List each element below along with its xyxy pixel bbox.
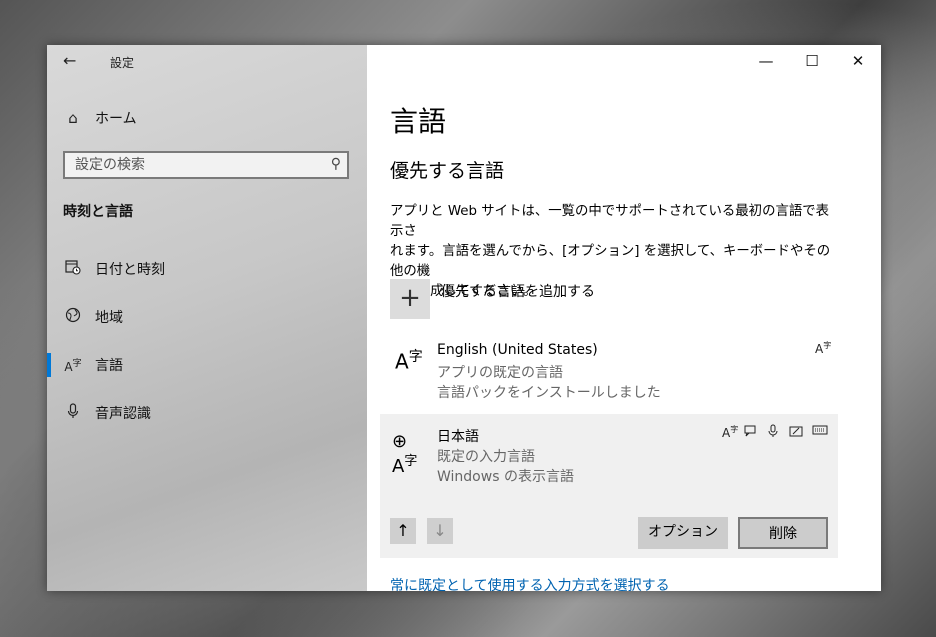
minimize-button[interactable]: — [743, 45, 789, 77]
remove-button[interactable]: 削除 [738, 517, 828, 549]
display-language-icon: A字 [722, 425, 739, 440]
main-panel: — ☐ ✕ 言語 優先する言語 アプリと Web サイトは、一覧の中でサポートさ… [367, 45, 881, 591]
search-box[interactable]: ⚲ [63, 151, 349, 179]
globe-region-icon [63, 307, 83, 327]
input-method-link[interactable]: 常に既定として使用する入力方式を選択する [390, 575, 670, 591]
language-status: アプリの既定の言語 [437, 365, 563, 381]
plus-icon[interactable]: + [390, 279, 430, 319]
home-icon: ⌂ [68, 109, 78, 127]
display-language-icon: A字 [815, 341, 832, 356]
sidebar-item-date-time[interactable]: 日付と時刻 [63, 257, 165, 281]
window-title: 設定 [110, 56, 135, 70]
sidebar-item-language[interactable]: A字 言語 [47, 353, 123, 377]
sidebar: ← 設定 ⌂ ホーム ⚲ 時刻と言語 日付と時刻 地域 A字 言語 [47, 45, 367, 591]
language-icon: A字 [395, 349, 423, 374]
sidebar-item-region[interactable]: 地域 [63, 305, 123, 329]
speech-icon [744, 424, 758, 441]
settings-window: ← 設定 ⌂ ホーム ⚲ 時刻と言語 日付と時刻 地域 A字 言語 [47, 45, 881, 591]
calendar-clock-icon [63, 259, 83, 279]
language-name: English (United States) [437, 342, 598, 358]
microphone-icon [767, 424, 779, 441]
language-status: 言語パックをインストールしました [437, 385, 661, 401]
arrow-down-icon: ↓ [433, 521, 447, 540]
language-icon: A字 [64, 359, 82, 374]
sidebar-item-label: ホーム [95, 111, 137, 127]
close-button[interactable]: ✕ [835, 45, 881, 77]
sidebar-item-label: 言語 [95, 358, 123, 374]
sidebar-item-speech[interactable]: 音声認識 [63, 401, 151, 425]
keyboard-icon [812, 424, 828, 439]
microphone-icon [63, 403, 83, 423]
language-name: 日本語 [437, 429, 479, 445]
selection-indicator [47, 353, 51, 377]
arrow-left-icon[interactable]: ← [63, 51, 76, 70]
sidebar-item-label: 地域 [95, 310, 123, 326]
language-item-japanese[interactable]: ⊕ A字 日本語 既定の入力言語 Windows の表示言語 A字 ↑ ↓ オプシ… [380, 414, 838, 558]
page-title: 言語 [390, 105, 447, 138]
description-line: れます。言語を選んでから、[オプション] を選択して、キーボードやその他の機 [390, 244, 831, 279]
sidebar-item-label: 音声認識 [95, 406, 151, 422]
language-status: 既定の入力言語 [437, 449, 535, 465]
description-line: アプリと Web サイトは、一覧の中でサポートされている最初の言語で表示さ [390, 204, 830, 239]
move-down-button[interactable]: ↓ [427, 518, 453, 544]
language-globe-icon: ⊕ A字 [392, 431, 418, 477]
maximize-button[interactable]: ☐ [789, 45, 835, 77]
sidebar-item-label: 日付と時刻 [95, 262, 165, 278]
handwriting-icon [789, 424, 803, 441]
search-icon[interactable]: ⚲ [331, 156, 341, 172]
options-button[interactable]: オプション [638, 517, 728, 549]
add-language-button[interactable]: 優先する言語を追加する [441, 281, 595, 301]
arrow-up-icon: ↑ [396, 521, 410, 540]
section-heading: 優先する言語 [390, 160, 505, 182]
sidebar-item-home[interactable]: ⌂ ホーム [63, 107, 137, 129]
move-up-button[interactable]: ↑ [390, 518, 416, 544]
section-title: 時刻と言語 [63, 204, 133, 220]
language-status: Windows の表示言語 [437, 469, 574, 485]
search-input[interactable] [65, 153, 325, 177]
